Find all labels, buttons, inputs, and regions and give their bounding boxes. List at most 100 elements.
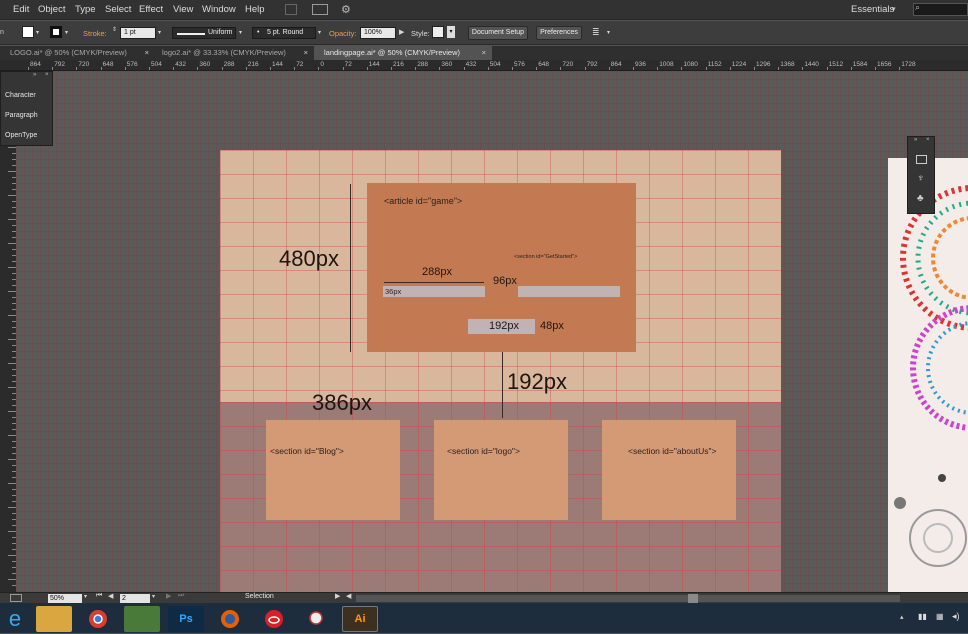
arrange-menu-icon[interactable]: ≣ [592,27,600,38]
scrollbar-thumb[interactable] [688,594,698,603]
zoom-input[interactable]: 50% [48,594,82,603]
menu-select[interactable]: Select [105,4,131,15]
next-page-icon[interactable]: ▶ [166,592,171,600]
close-icon[interactable]: × [304,46,308,60]
ruler-tick-label: 432 [175,61,187,68]
ie-icon[interactable]: e [0,606,30,632]
menu-window[interactable]: Window [202,4,236,15]
ruler-tick [8,459,16,460]
placeholder-bar-right[interactable] [518,286,620,297]
document-tab-bar: LOGO.ai* @ 50% (CMYK/Preview) × logo2.ai… [0,46,968,60]
arrange-documents-icon[interactable] [312,4,328,15]
workspace-switcher[interactable]: Essentials [851,4,894,15]
stroke-swatch[interactable] [50,26,62,38]
workspace-chevron-icon[interactable]: ▾ [892,5,896,13]
width-192-button-label: 192px [489,320,519,332]
file-explorer-icon[interactable] [36,606,72,632]
status-menu-icon[interactable]: ▶ [335,592,340,600]
stroke-dropdown-icon[interactable]: ▾ [65,29,68,36]
club-icon[interactable]: ♣ [917,193,924,204]
bridge-icon[interactable] [285,4,297,15]
panel-opentype[interactable]: OpenType [5,132,37,139]
volume-icon[interactable]: ◂) [952,611,960,622]
fill-swatch[interactable] [22,26,34,38]
section-blog-box[interactable] [266,420,400,520]
close-icon[interactable]: × [145,46,149,60]
pattern-artboard[interactable] [888,158,968,592]
search-input[interactable] [913,3,968,16]
scroll-left-icon[interactable]: ◀ [346,592,351,600]
project-icon[interactable] [124,606,160,632]
stroke-weight-dropdown-icon[interactable]: ▾ [158,29,161,36]
brush-definition[interactable]: • 5 pt. Round [252,27,316,39]
zoom-dropdown-icon[interactable]: ▾ [84,593,87,600]
ruler-tick-label: 720 [78,61,90,68]
menu-type[interactable]: Type [75,4,96,15]
stroke-weight-input[interactable]: 1 pt [120,27,156,39]
height-386-label: 386px [312,390,372,415]
variable-width-profile[interactable]: Uniform [172,27,236,39]
first-page-icon[interactable]: ⏮ [96,592,102,600]
network-icon[interactable]: ▮▮ [918,612,927,621]
horizontal-ruler[interactable]: 864 792 720 648 576 504 432 360 288 216 144 72 0 72 14… [0,60,968,71]
section-about-box[interactable] [602,420,736,520]
document-setup-button[interactable]: Document Setup [468,26,528,40]
grid-icon[interactable] [916,155,927,164]
tab-landingpage[interactable]: landingpage.ai* @ 50% (CMYK/Preview) × [314,46,492,60]
opacity-input[interactable]: 100% [360,27,396,39]
stroke-stepper-icon[interactable]: ⇕ [112,26,117,33]
collapse-icon[interactable]: » [914,137,917,143]
firefox-icon[interactable] [212,606,248,632]
pattern-graphic [894,185,968,567]
height-48-label: 48px [540,320,564,332]
ruler-tick-label: 1368 [780,61,795,68]
chrome-icon[interactable] [80,606,116,632]
snipping-tool-icon[interactable] [300,606,336,632]
style-label: Style: [411,29,430,38]
close-icon[interactable]: × [926,137,930,143]
artboard-dropdown-icon[interactable]: ▾ [152,593,155,600]
section-logo-box[interactable] [434,420,568,520]
graphic-style-swatch[interactable] [432,26,444,38]
vertical-ruler[interactable] [0,71,16,592]
tab-logo[interactable]: LOGO.ai* @ 50% (CMYK/Preview) × [0,46,155,60]
menu-view[interactable]: View [173,4,193,15]
control-bar: n ▾ ▾ Stroke: ⇕ 1 pt ▾ Uniform ▾ • 5 pt.… [0,21,968,45]
panel-character[interactable]: Character [5,92,36,99]
ruler-tick [8,267,16,268]
sync-icon[interactable]: ⚙ [341,3,351,16]
profile-dropdown-icon[interactable]: ▾ [239,29,242,36]
puppet-icon[interactable]: ♆ [917,173,925,184]
arrange-dropdown-icon[interactable]: ▾ [607,29,610,36]
prev-page-icon[interactable]: ◀ [108,592,113,600]
opacity-arrow-icon[interactable]: ▶ [399,28,404,36]
fill-dropdown-icon[interactable]: ▾ [36,29,39,36]
close-icon[interactable]: × [45,72,49,78]
ruler-tick [8,387,16,388]
creative-cloud-icon[interactable] [256,606,292,632]
menu-help[interactable]: Help [245,4,265,15]
artboard-number-input[interactable]: 2 [120,594,150,603]
illustrator-icon[interactable]: Ai [342,606,378,632]
menu-edit[interactable]: Edit [13,4,29,15]
close-icon[interactable]: × [482,46,486,60]
menu-object[interactable]: Object [38,4,65,15]
style-dropdown-icon[interactable]: ▾ [447,26,455,38]
tab-landingpage-label: landingpage.ai* @ 50% (CMYK/Preview) [324,48,461,57]
horizontal-scrollbar[interactable] [356,595,900,602]
ruler-tick-label: 1152 [707,61,722,68]
preferences-button[interactable]: Preferences [536,26,582,40]
artboard-nav-icon[interactable] [10,594,22,602]
panel-paragraph[interactable]: Paragraph [5,112,38,119]
collapse-icon[interactable]: » [33,72,36,78]
brush-dropdown-icon[interactable]: ▾ [318,29,321,36]
tray-chevron-icon[interactable]: ▴ [900,613,904,621]
tab-logo2[interactable]: logo2.ai* @ 33.33% (CMYK/Preview) × [152,46,314,60]
menu-effect[interactable]: Effect [139,4,163,15]
ruler-tick-label: 0 [320,61,325,68]
tray-icon[interactable]: ▦ [936,612,944,621]
photoshop-icon[interactable]: Ps [168,606,204,632]
get-started-label: <section id="GetStarted"> [514,254,578,260]
ruler-tick-label: 720 [562,61,574,68]
last-page-icon[interactable]: ⏭ [178,592,184,600]
